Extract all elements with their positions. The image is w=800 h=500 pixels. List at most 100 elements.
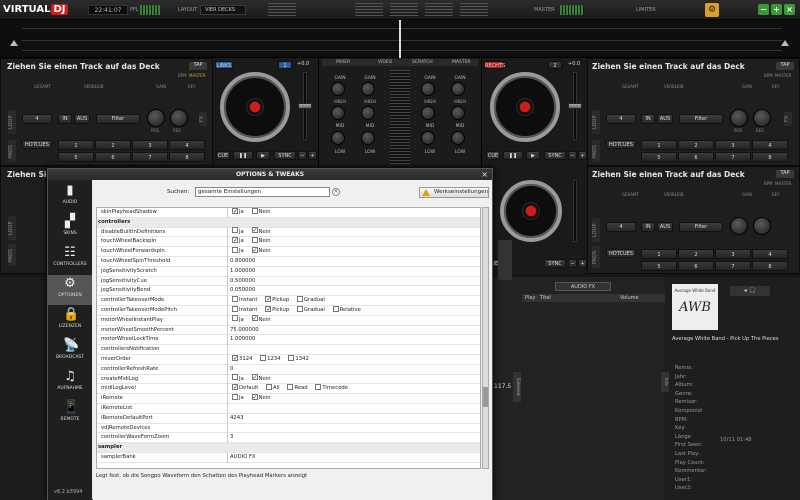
knob[interactable] [331, 131, 345, 145]
checkbox[interactable] [232, 227, 238, 234]
search-select[interactable]: gesamte Einstellungen [195, 187, 330, 197]
table-row[interactable]: controllerRefreshRate 0 [97, 364, 480, 375]
knob[interactable] [421, 106, 435, 120]
pad-4[interactable]: 4 [752, 249, 788, 259]
table-row[interactable]: midiLogLevel ✓Default All Read Timecode [97, 383, 480, 395]
pad-2[interactable]: 2 [678, 249, 714, 259]
category-row[interactable]: sampler [97, 443, 480, 453]
clear-search-icon[interactable]: × [332, 188, 340, 196]
pad-2[interactable]: 2 [95, 140, 131, 150]
maximize-icon[interactable]: + [771, 4, 782, 15]
setting-value[interactable]: AUDIO FX [227, 453, 480, 463]
close-icon[interactable]: × [481, 169, 488, 180]
checkbox[interactable] [232, 305, 238, 312]
pitch-fader[interactable] [573, 180, 577, 242]
bpm-slider[interactable] [498, 240, 512, 280]
pads-tab[interactable]: PADS [8, 244, 16, 266]
setting-value[interactable]: Ja ✓Nein [227, 246, 480, 257]
checkbox[interactable]: ✓ [251, 374, 258, 381]
pad-6[interactable]: 6 [95, 152, 131, 162]
table-row[interactable]: jogSensitivityCue 0.500000 [97, 276, 480, 287]
checkbox[interactable]: ✓ [232, 354, 238, 361]
table-row[interactable]: disableBuiltInDefinitions Ja ✓Nein [97, 227, 480, 238]
checkbox[interactable] [266, 383, 273, 390]
hotcues-select[interactable]: HOTCUES [22, 140, 52, 149]
pad-5[interactable]: 5 [641, 261, 677, 271]
table-row[interactable]: touchWheelForwardspin Ja ✓Nein [97, 246, 480, 257]
sidebar-item-remote[interactable]: 📱 REMOTE [48, 399, 92, 429]
tap-button[interactable]: TAP [776, 170, 794, 178]
checkbox[interactable] [232, 374, 238, 381]
pad-5[interactable]: 5 [58, 152, 94, 162]
pitch-plus[interactable]: + [578, 259, 587, 268]
checkbox[interactable] [232, 393, 238, 400]
minimize-icon[interactable]: − [758, 4, 769, 15]
setting-value[interactable]: ✓Default All Read Timecode [227, 383, 480, 395]
filter-select[interactable]: Filter [679, 222, 723, 232]
loop-size[interactable]: 4 [606, 222, 636, 232]
deck-number[interactable]: 2 [548, 61, 562, 69]
pitch-plus[interactable]: + [578, 151, 587, 160]
sidebar-item-broadcast[interactable]: 📡 BROADCAST [48, 337, 92, 367]
sidebar-item-lizenzen[interactable]: 🔒 LIZENZEN [48, 306, 92, 336]
checkbox[interactable] [315, 383, 322, 390]
loop-out-button[interactable]: AUS [657, 114, 673, 124]
table-row[interactable]: jogSensitivityScratch 1.000000 [97, 266, 480, 277]
table-row[interactable]: motorWheelSmoothPercent 75.000000 [97, 325, 480, 336]
knob[interactable] [451, 106, 465, 120]
folder-tree[interactable] [0, 277, 47, 500]
pitch-minus[interactable]: − [568, 151, 577, 160]
knob[interactable] [361, 131, 375, 145]
filter-select[interactable]: Filter [679, 114, 723, 124]
checkbox[interactable]: ✓ [251, 315, 258, 322]
checkbox[interactable] [232, 246, 238, 253]
setting-value[interactable]: Ja ✓Nein [227, 315, 480, 326]
pad-7[interactable]: 7 [715, 261, 751, 271]
sampler-select[interactable]: AUDIO FX [555, 282, 611, 291]
loop-tab[interactable]: LOOP [592, 218, 600, 242]
pad-2[interactable]: 2 [678, 140, 714, 150]
cue-button[interactable]: CUE [216, 151, 230, 160]
pos-knob[interactable] [147, 109, 165, 127]
rechts-button[interactable]: RECHTS [484, 61, 505, 69]
setting-value[interactable]: 1.000000 [227, 335, 480, 346]
checkbox[interactable] [251, 236, 258, 243]
setting-value[interactable] [227, 423, 480, 434]
jog-wheel[interactable] [500, 180, 562, 242]
table-row[interactable]: iRemote Ja ✓Nein [97, 393, 480, 404]
knob[interactable] [331, 82, 345, 96]
table-row[interactable]: samplerBank AUDIO FX [97, 453, 480, 463]
loop-tab[interactable]: LOOP [592, 110, 600, 134]
pads-tab[interactable]: PADS [592, 140, 600, 162]
scrollbar-thumb[interactable] [483, 387, 488, 407]
filter-select[interactable]: Filter [96, 114, 140, 124]
table-row[interactable]: iRemoteList [97, 404, 480, 414]
rec-icon[interactable] [268, 3, 296, 17]
play-icon[interactable]: ▶ [526, 151, 540, 160]
col-play[interactable]: Play [525, 294, 535, 302]
sidebar-item-audio[interactable]: ▮ AUDIO [48, 182, 92, 212]
setting-value[interactable]: 3 [227, 433, 480, 444]
col-titel[interactable]: Titel [540, 294, 551, 302]
tab-video[interactable]: VIDEO [378, 60, 392, 65]
pos-knob[interactable] [730, 109, 748, 127]
pad-8[interactable]: 8 [752, 261, 788, 271]
sidebar-item-optionen[interactable]: ⚙ OPTIONEN [48, 275, 92, 305]
pad-8[interactable]: 8 [169, 152, 205, 162]
checkbox[interactable] [296, 295, 303, 302]
pad-4[interactable]: 4 [169, 140, 205, 150]
pad-3[interactable]: 3 [715, 140, 751, 150]
fx-tab[interactable]: FX [199, 112, 207, 126]
pad-8[interactable]: 8 [752, 152, 788, 162]
jog-wheel[interactable] [490, 72, 560, 142]
sync-button[interactable]: SYNC [274, 151, 296, 160]
pad-6[interactable]: 6 [678, 261, 714, 271]
pad-1[interactable]: 1 [641, 140, 677, 150]
tab-mixer[interactable]: MIXER [336, 60, 350, 65]
table-row[interactable]: mixerOrder ✓3124 1234 1342 [97, 354, 480, 365]
table-row[interactable]: touchWheelSpinThreshold 0.800000 [97, 257, 480, 267]
pad-4[interactable]: 4 [752, 140, 788, 150]
close-icon[interactable]: × [784, 4, 795, 15]
setting-value[interactable]: 1.000000 [227, 266, 480, 277]
table-row[interactable]: touchWheelBackspin ✓Ja Nein [97, 236, 480, 248]
